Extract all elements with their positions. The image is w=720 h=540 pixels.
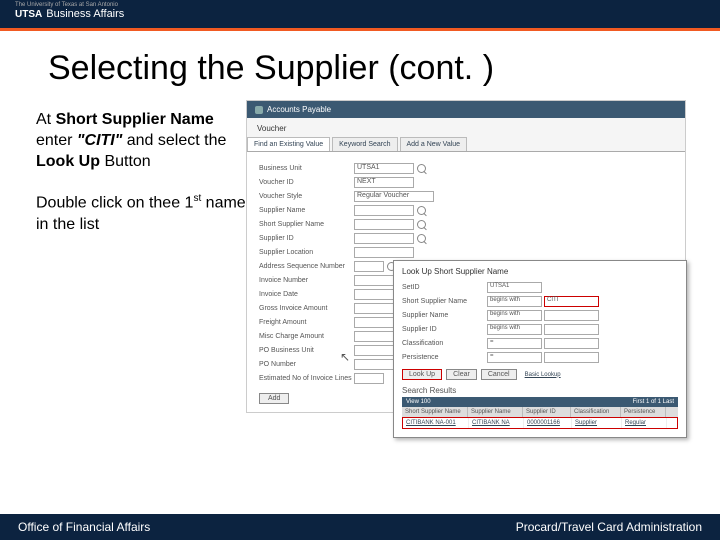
voucher-id-input[interactable]: NEXT <box>354 177 414 188</box>
business-unit-input[interactable]: UTSA1 <box>354 163 414 174</box>
tab-find[interactable]: Find an Existing Value <box>247 137 330 151</box>
lookup-icon[interactable] <box>417 220 426 229</box>
tab-add[interactable]: Add a New Value <box>400 137 468 151</box>
brand-sub: Business Affairs <box>46 8 124 20</box>
sid-op-select[interactable]: begins with <box>487 324 542 335</box>
lookup-button[interactable]: Look Up <box>402 369 442 380</box>
address-seq-input[interactable] <box>354 261 384 272</box>
lookup-icon[interactable] <box>417 234 426 243</box>
cls-op-select[interactable]: = <box>487 338 542 349</box>
brand-header: The University of Texas at San Antonio U… <box>0 0 720 28</box>
lookup-icon[interactable] <box>417 206 426 215</box>
voucher-style-select[interactable]: Regular Voucher <box>354 191 434 202</box>
short-supplier-name-input[interactable] <box>354 219 414 230</box>
footer: Office of Financial Affairs Procard/Trav… <box>0 514 720 540</box>
section-title: Voucher <box>247 124 685 137</box>
lookup-icon[interactable] <box>417 164 426 173</box>
supplier-location-input[interactable] <box>354 247 414 258</box>
add-button[interactable]: Add <box>259 393 289 404</box>
ap-header: Accounts Payable <box>247 101 685 118</box>
basic-lookup-link[interactable]: Basic Lookup <box>525 372 561 378</box>
footer-left: Office of Financial Affairs <box>18 520 150 534</box>
ssn-value-input[interactable]: CITI <box>544 296 599 307</box>
ssn-op-select[interactable]: begins with <box>487 296 542 307</box>
results-toolbar: View 100 First 1 of 1 Last <box>402 397 678 407</box>
instruction-2: Double click on thee 1st name in the lis… <box>36 192 246 235</box>
tagline: The University of Texas at San Antonio <box>15 2 118 8</box>
per-op-select[interactable]: = <box>487 352 542 363</box>
footer-right: Procard/Travel Card Administration <box>516 520 702 534</box>
app-title: Accounts Payable <box>267 105 331 114</box>
supplier-name-input[interactable] <box>354 205 414 216</box>
instruction-1: At Short Supplier Name enter "CITI" and … <box>36 110 246 172</box>
cls-value-input[interactable] <box>544 338 599 349</box>
results-row-1[interactable]: CITIBANK NA-001 CITIBANK NA 0000001166 S… <box>402 417 678 429</box>
lookup-popup: Look Up Short Supplier Name SetIDUTSA1 S… <box>393 260 687 438</box>
sn-op-select[interactable]: begins with <box>487 310 542 321</box>
per-value-input[interactable] <box>544 352 599 363</box>
instructions: At Short Supplier Name enter "CITI" and … <box>36 100 246 413</box>
popup-title: Look Up Short Supplier Name <box>402 267 678 276</box>
page-title: Selecting the Supplier (cont. ) <box>0 31 720 100</box>
est-lines-input[interactable] <box>354 373 384 384</box>
tab-keyword[interactable]: Keyword Search <box>332 137 397 151</box>
clear-button[interactable]: Clear <box>446 369 477 380</box>
results-header: Search Results <box>402 386 678 395</box>
cancel-button[interactable]: Cancel <box>481 369 517 380</box>
setid-input[interactable]: UTSA1 <box>487 282 542 293</box>
sid-value-input[interactable] <box>544 324 599 335</box>
app-icon <box>255 106 263 114</box>
results-columns: Short Supplier Name Supplier Name Suppli… <box>402 407 678 417</box>
brand-logo: UTSA <box>15 9 42 20</box>
sn-value-input[interactable] <box>544 310 599 321</box>
supplier-id-input[interactable] <box>354 233 414 244</box>
ap-screenshot: Accounts Payable Voucher Find an Existin… <box>246 100 686 413</box>
